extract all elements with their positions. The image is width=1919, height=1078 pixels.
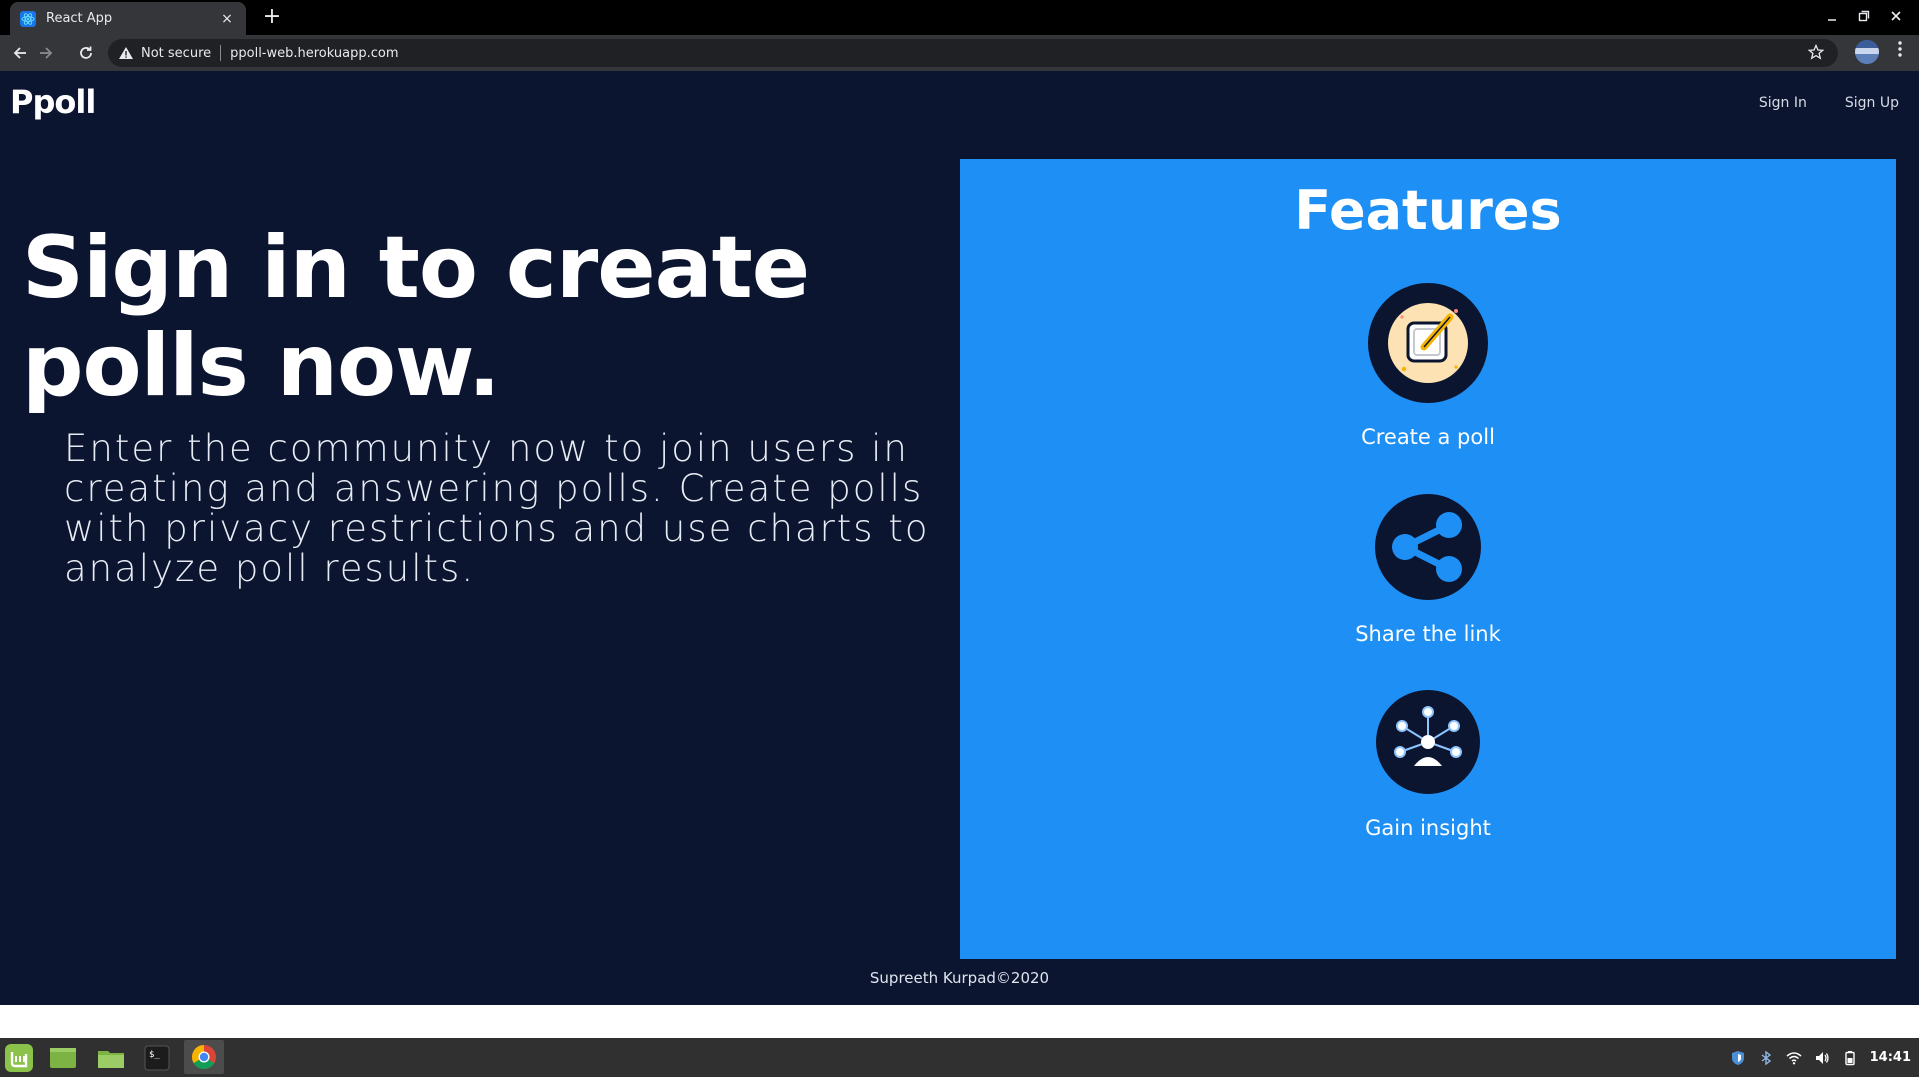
sign-in-link[interactable]: Sign In [1759, 95, 1807, 111]
system-tray: 14:41 [1730, 1038, 1919, 1077]
new-tab-button[interactable]: + [260, 5, 284, 29]
forward-arrow-icon[interactable] [30, 39, 62, 67]
browser-tab-bar: React App × + [0, 0, 1919, 35]
share-icon [1375, 494, 1481, 600]
warning-icon [118, 45, 134, 61]
hero-headline: Sign in to create polls now. [22, 218, 810, 416]
system-clock[interactable]: 14:41 [1870, 1050, 1911, 1065]
site-logo[interactable]: Ppoll [10, 83, 96, 121]
minimize-icon[interactable] [1821, 10, 1843, 26]
react-favicon-icon [20, 10, 36, 27]
show-desktop-icon[interactable] [48, 1043, 78, 1073]
bluetooth-icon[interactable] [1758, 1050, 1774, 1066]
chrome-taskbar-icon[interactable] [184, 1040, 224, 1074]
files-folder-icon[interactable] [96, 1043, 126, 1073]
not-secure-label[interactable]: Not secure [141, 46, 211, 61]
address-bar[interactable]: Not secure ppoll-web.herokuapp.com [108, 39, 1838, 67]
url-text[interactable]: ppoll-web.herokuapp.com [230, 46, 398, 61]
hero-description: Enter the community now to join users in… [64, 427, 930, 590]
pencil-note-icon [1368, 283, 1488, 403]
terminal-icon[interactable]: $_ [142, 1043, 172, 1073]
shield-icon[interactable] [1730, 1050, 1746, 1066]
battery-icon[interactable] [1842, 1050, 1858, 1066]
feature-label: Share the link [1355, 622, 1501, 646]
browser-menu-icon[interactable] [1892, 40, 1908, 63]
window-controls [1821, 0, 1919, 35]
profile-avatar[interactable] [1855, 40, 1879, 64]
feature-gain-insight: Gain insight [960, 690, 1896, 840]
feature-create-poll: Create a poll [960, 283, 1896, 449]
bookmark-star-icon[interactable] [1807, 43, 1825, 64]
feature-label: Gain insight [1365, 816, 1491, 840]
features-title: Features [1294, 179, 1562, 242]
mint-menu-icon[interactable] [4, 1043, 34, 1073]
footer-credit: Supreeth Kurpad©2020 [869, 969, 1050, 987]
volume-icon[interactable] [1814, 1050, 1830, 1066]
omnibox-divider [220, 45, 222, 61]
svg-text:$_: $_ [149, 1050, 160, 1060]
restore-icon[interactable] [1853, 10, 1875, 26]
desktop-taskbar: $_ 14:41 [0, 1038, 1919, 1077]
page-content: Ppoll Sign In Sign Up Sign in to create … [0, 71, 1919, 1005]
header-nav: Sign In Sign Up [1759, 95, 1899, 111]
feature-share-link: Share the link [960, 494, 1896, 646]
browser-toolbar: Not secure ppoll-web.herokuapp.com [0, 35, 1919, 71]
tab-title: React App [46, 11, 113, 26]
network-person-icon [1376, 690, 1480, 794]
reload-icon[interactable] [70, 39, 102, 67]
features-panel: Features Create a poll Share the link Ga… [960, 159, 1896, 959]
wifi-icon[interactable] [1786, 1050, 1802, 1066]
browser-tab[interactable]: React App × [10, 2, 246, 35]
close-window-icon[interactable] [1885, 10, 1907, 26]
close-tab-icon[interactable]: × [218, 11, 236, 27]
feature-label: Create a poll [1361, 425, 1495, 449]
sign-up-link[interactable]: Sign Up [1845, 95, 1899, 111]
